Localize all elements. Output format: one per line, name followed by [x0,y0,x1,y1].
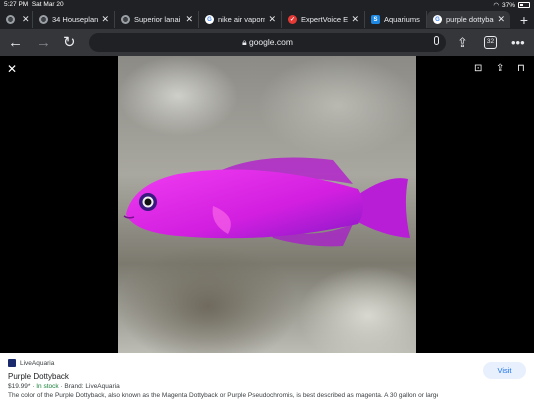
source-site[interactable]: LiveAquaria [8,359,54,367]
tab-2[interactable]: ◍ 34 Houseplants ✕ [33,11,115,28]
reload-icon[interactable]: ↻ [63,34,76,51]
dottyback-fish-illustration [123,157,410,247]
globe-icon: ◍ [39,15,48,24]
image-info-panel: LiveAquaria Purple Dottyback $19.99* · I… [0,353,534,400]
microphone-icon[interactable] [434,36,439,45]
lens-search-icon[interactable]: ⊡ [474,63,482,74]
close-tab-icon[interactable]: ✕ [351,14,359,25]
battery-icon [518,2,530,8]
tab-switcher-button[interactable]: 32 [484,36,497,49]
image-viewer: ✕ ⊡ ⇪ ⊓ [0,56,534,353]
tab-5[interactable]: ✓ ExpertVoice Expert ✕ [282,11,365,28]
back-arrow-icon[interactable]: ← [8,34,23,51]
visit-button[interactable]: Visit [483,362,526,379]
close-tab-icon[interactable]: ✕ [268,14,276,25]
forward-arrow-icon[interactable]: → [36,34,51,51]
tab-strip: ◍ ✕ ◍ 34 Houseplants ✕ ◍ Superior lanai … [0,10,534,29]
expertvoice-icon: ✓ [288,15,297,24]
status-time: 5:27 PM Sat Mar 20 [4,1,64,8]
share-icon[interactable]: ⇪ [457,34,468,51]
google-icon: G [433,15,442,24]
close-tab-icon[interactable]: ✕ [22,14,30,25]
liveaquaria-logo-icon [8,359,16,367]
product-description: The color of the Purple Dottyback, also … [8,392,438,399]
product-title[interactable]: Purple Dottyback [8,372,69,381]
product-image[interactable] [118,56,416,353]
status-bar: 5:27 PM Sat Mar 20 ◠ 37% [0,0,534,10]
close-icon[interactable]: ✕ [7,62,17,76]
tab-1[interactable]: ◍ ✕ [0,11,33,28]
bookmark-icon[interactable]: ⊓ [517,63,525,74]
tab-4[interactable]: G nike air vapormax ✕ [199,11,282,28]
share-icon[interactable]: ⇪ [496,63,504,74]
battery-percent: 37% [501,1,515,9]
google-icon: G [205,15,214,24]
globe-icon: ◍ [6,15,15,24]
brand: Brand: LiveAquaria [64,383,120,390]
globe-icon: ◍ [121,15,130,24]
tab-7-active[interactable]: G purple dottyback ✕ [427,11,510,28]
address-bar[interactable]: 🔒︎ google.com [89,33,446,52]
source-name: LiveAquaria [20,359,55,367]
product-meta: $19.99* · In stock · Brand: LiveAquaria [8,383,120,390]
stock-status: In stock [36,383,59,390]
tab-6[interactable]: S Aquariums [365,11,427,28]
wifi-icon: ◠ [493,2,499,9]
close-tab-icon[interactable]: ✕ [101,14,109,25]
tab-3[interactable]: ◍ Superior lanai ✕ [115,11,199,28]
s-icon: S [371,15,380,24]
price: $19.99* [8,383,31,390]
lock-icon: 🔒︎ [242,37,247,47]
new-tab-button[interactable]: + [520,12,528,28]
status-indicators: ◠ 37% [493,1,530,9]
browser-toolbar: ← → ↻ 🔒︎ google.com ⇪ 32 ••• [0,29,534,56]
close-tab-icon[interactable]: ✕ [497,14,505,25]
url-text: google.com [248,37,293,47]
more-menu-icon[interactable]: ••• [511,34,525,51]
close-tab-icon[interactable]: ✕ [185,14,193,25]
